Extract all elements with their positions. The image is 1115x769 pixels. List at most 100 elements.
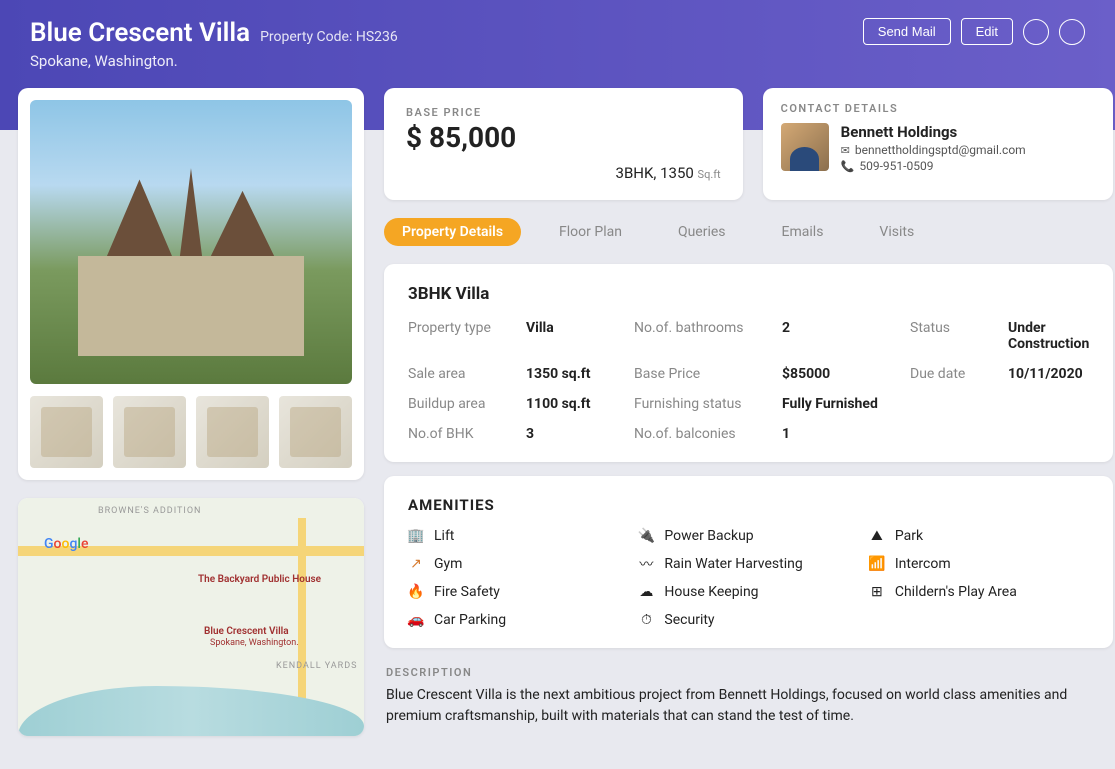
property-title: Blue Crescent Villa xyxy=(30,18,250,48)
detail-value: Under Construction xyxy=(1008,320,1089,352)
amenity-icon: ⛰ xyxy=(869,528,885,544)
tab-emails[interactable]: Emails xyxy=(764,218,842,246)
amenity-item: ⛰ Park xyxy=(869,528,1089,544)
amenities-title: AMENITIES xyxy=(408,496,1089,514)
detail-value xyxy=(1008,396,1089,412)
amenity-label: Gym xyxy=(434,556,462,572)
map-card[interactable]: Google BROWNE'S ADDITION The Backyard Pu… xyxy=(18,498,364,736)
description-label: DESCRIPTION xyxy=(386,666,1111,679)
detail-label: Buildup area xyxy=(408,396,518,412)
image-card xyxy=(18,88,364,480)
amenity-label: Intercom xyxy=(895,556,951,572)
tabs: Property Details Floor Plan Queries Emai… xyxy=(384,214,1113,250)
amenity-icon: 🏢 xyxy=(408,528,424,544)
amenities-grid: 🏢 Lift 🔌 Power Backup ⛰ Park ↗ Gym 〰 Rain Water H… xyxy=(408,528,1089,628)
thumbnail-row xyxy=(30,396,352,468)
amenity-label: Security xyxy=(664,612,714,628)
amenity-icon: 🚗 xyxy=(408,612,424,628)
detail-value: $85000 xyxy=(782,366,902,382)
amenity-label: Fire Safety xyxy=(434,584,500,600)
prev-circle-button[interactable] xyxy=(1023,19,1049,45)
google-logo: Google xyxy=(44,536,88,552)
edit-button[interactable]: Edit xyxy=(961,18,1013,45)
amenity-icon: 〰 xyxy=(638,556,654,572)
detail-label: No.of. bathrooms xyxy=(634,320,774,352)
contact-info: Bennett Holdings ✉bennettholdingsptd@gma… xyxy=(841,123,1026,173)
detail-label: Due date xyxy=(910,366,1000,382)
map[interactable]: Google BROWNE'S ADDITION The Backyard Pu… xyxy=(18,498,364,736)
price-value: $ 85,000 xyxy=(406,121,721,154)
contact-email[interactable]: ✉bennettholdingsptd@gmail.com xyxy=(841,143,1026,157)
amenity-icon: 📶 xyxy=(869,556,885,572)
contact-phone[interactable]: 📞509-951-0509 xyxy=(841,159,1026,173)
details-grid: Property typeVillaNo.of. bathrooms2Statu… xyxy=(408,320,1089,442)
amenity-label: House Keeping xyxy=(664,584,758,600)
next-circle-button[interactable] xyxy=(1059,19,1085,45)
main-property-image[interactable] xyxy=(30,100,352,384)
tab-property-details[interactable]: Property Details xyxy=(384,218,521,246)
amenity-item: ↗ Gym xyxy=(408,556,628,572)
contact-label: CONTACT DETAILS xyxy=(781,102,1096,115)
thumbnail-2[interactable] xyxy=(113,396,186,468)
amenity-label: Lift xyxy=(434,528,454,544)
amenity-item: ⏱ Security xyxy=(638,612,858,628)
contact-card: CONTACT DETAILS Bennett Holdings ✉bennet… xyxy=(763,88,1114,200)
amenity-label: Rain Water Harvesting xyxy=(664,556,802,572)
contact-body: Bennett Holdings ✉bennettholdingsptd@gma… xyxy=(781,123,1096,173)
map-poi: The Backyard Public House xyxy=(198,574,321,585)
left-column: Google BROWNE'S ADDITION The Backyard Pu… xyxy=(18,88,364,736)
detail-value: Villa xyxy=(526,320,626,352)
detail-value: 10/11/2020 xyxy=(1008,366,1089,382)
tab-floor-plan[interactable]: Floor Plan xyxy=(541,218,640,246)
main-container: Google BROWNE'S ADDITION The Backyard Pu… xyxy=(0,88,1115,756)
thumbnail-1[interactable] xyxy=(30,396,103,468)
tab-queries[interactable]: Queries xyxy=(660,218,744,246)
amenity-label: Childern's Play Area xyxy=(895,584,1017,600)
detail-value: 1 xyxy=(782,426,902,442)
map-marker-name: Blue Crescent Villa xyxy=(204,626,289,637)
amenity-item: 🏢 Lift xyxy=(408,528,628,544)
price-sub-main: 3BHK, 1350 xyxy=(616,164,694,182)
amenity-item: 🚗Car Parking xyxy=(408,612,628,628)
amenity-item: 🔌 Power Backup xyxy=(638,528,858,544)
price-sub-unit: Sq.ft xyxy=(698,168,721,181)
tab-visits[interactable]: Visits xyxy=(861,218,932,246)
amenity-label: Park xyxy=(895,528,923,544)
thumbnail-4[interactable] xyxy=(279,396,352,468)
map-area-1: BROWNE'S ADDITION xyxy=(98,506,201,516)
detail-label: Sale area xyxy=(408,366,518,382)
phone-icon: 📞 xyxy=(841,160,855,173)
contact-name: Bennett Holdings xyxy=(841,123,1026,141)
contact-avatar[interactable] xyxy=(781,123,829,171)
detail-value: Fully Furnished xyxy=(782,396,902,412)
amenity-item: ⊞ Childern's Play Area xyxy=(869,584,1089,600)
description-section: DESCRIPTION Blue Crescent Villa is the n… xyxy=(384,662,1113,731)
description-text: Blue Crescent Villa is the next ambitiou… xyxy=(386,685,1111,727)
property-location: Spokane, Washington. xyxy=(30,52,398,70)
detail-label: No.of BHK xyxy=(408,426,518,442)
price-subtext: 3BHK, 1350 Sq.ft xyxy=(406,164,721,182)
amenity-icon: ⊞ xyxy=(869,584,885,600)
detail-value: 1100 sq.ft xyxy=(526,396,626,412)
amenity-item: ☁House Keeping xyxy=(638,584,858,600)
amenity-icon: ↗ xyxy=(408,556,424,572)
amenity-label: Power Backup xyxy=(664,528,753,544)
detail-label: Base Price xyxy=(634,366,774,382)
thumbnail-3[interactable] xyxy=(196,396,269,468)
detail-label: Property type xyxy=(408,320,518,352)
detail-value: 1350 sq.ft xyxy=(526,366,626,382)
map-area-2: KENDALL YARDS xyxy=(276,661,357,671)
detail-value xyxy=(1008,426,1089,442)
header-actions: Send Mail Edit xyxy=(863,18,1085,45)
amenity-item: 〰 Rain Water Harvesting xyxy=(638,556,858,572)
price-card: BASE PRICE $ 85,000 3BHK, 1350 Sq.ft xyxy=(384,88,743,200)
amenity-icon: 🔌 xyxy=(638,528,654,544)
amenity-icon: ⏱ xyxy=(638,612,654,628)
right-column: BASE PRICE $ 85,000 3BHK, 1350 Sq.ft CON… xyxy=(384,88,1113,736)
amenities-card: AMENITIES 🏢 Lift 🔌 Power Backup ⛰ Park ↗ Gym 〰 Ra… xyxy=(384,476,1113,648)
header-left: Blue Crescent Villa Property Code: HS236… xyxy=(30,18,398,70)
send-mail-button[interactable]: Send Mail xyxy=(863,18,951,45)
details-card: 3BHK Villa Property typeVillaNo.of. bath… xyxy=(384,264,1113,462)
email-icon: ✉ xyxy=(841,144,850,157)
detail-label xyxy=(910,396,1000,412)
